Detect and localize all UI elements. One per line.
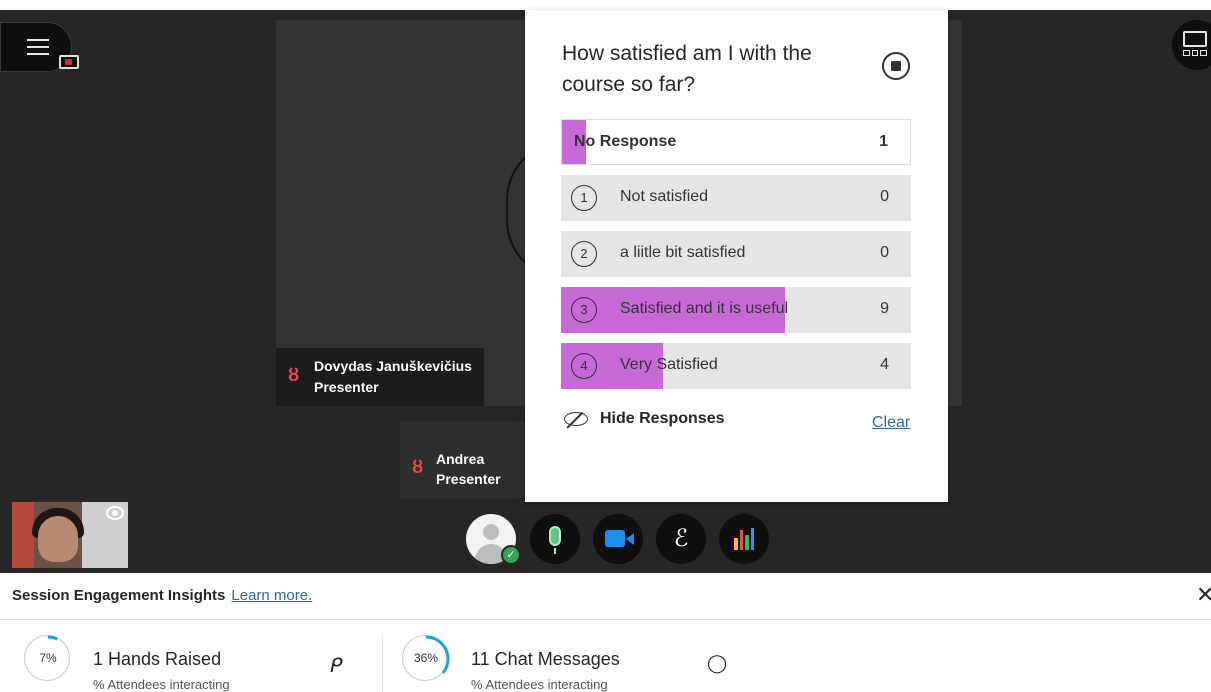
camera-icon bbox=[605, 530, 634, 547]
hide-responses-button[interactable]: Hide Responses bbox=[562, 410, 724, 428]
progress-gauge: 7% bbox=[24, 635, 72, 683]
response-label: a liitle bit satisfied bbox=[620, 244, 746, 261]
response-number: 1 bbox=[571, 185, 597, 211]
response-count: 9 bbox=[880, 300, 889, 317]
poll-question: How satisfied am I with the course so fa… bbox=[562, 42, 812, 96]
self-video-preview[interactable] bbox=[12, 502, 128, 568]
gauge-percent: 7% bbox=[39, 651, 57, 665]
video-stage: ȣ Dovydas Januškevičius Presenter ȣ Andr… bbox=[0, 0, 1211, 573]
poll-response-row: 3 Satisfied and it is useful 9 bbox=[561, 287, 911, 333]
learn-more-link[interactable]: Learn more. bbox=[231, 587, 312, 604]
metric-subtitle: % Attendees interacting bbox=[93, 677, 230, 692]
response-label: Not satisfied bbox=[620, 188, 709, 205]
stop-poll-button[interactable] bbox=[882, 52, 910, 80]
video-background bbox=[12, 502, 34, 568]
response-number: 2 bbox=[571, 241, 597, 267]
response-label: No Response bbox=[574, 133, 677, 150]
layout-tiles-icon bbox=[1183, 50, 1208, 56]
close-icon[interactable]: ✕ bbox=[1196, 583, 1211, 608]
mic-off-icon: ȣ bbox=[412, 457, 424, 477]
raise-hand-icon: ᑭ bbox=[330, 653, 343, 677]
participant-tag-andrea: ȣ Andrea Presenter bbox=[400, 422, 525, 498]
response-count: 0 bbox=[880, 188, 889, 205]
participant-role: Presenter bbox=[314, 379, 379, 395]
layout-grid-icon bbox=[1183, 31, 1207, 47]
progress-gauge: 36% bbox=[402, 635, 450, 683]
participant-role: Presenter bbox=[436, 471, 501, 487]
raise-hand-button[interactable]: ℰ bbox=[656, 514, 706, 564]
metric-heading: 11 Chat Messages bbox=[471, 649, 620, 669]
metric-subtitle: % Attendees interacting bbox=[471, 677, 608, 692]
chat-bubble-icon: ◯ bbox=[707, 653, 728, 674]
activity-bars-icon bbox=[734, 528, 754, 550]
avatar-head bbox=[483, 524, 499, 540]
metric-heading: 1 Hands Raised bbox=[93, 649, 222, 669]
clear-responses-link[interactable]: Clear bbox=[872, 414, 910, 432]
poll-response-row: 4 Very Satisfied 4 bbox=[561, 343, 911, 389]
top-band bbox=[0, 0, 1211, 10]
vertical-divider bbox=[382, 635, 383, 692]
divider bbox=[0, 619, 1211, 620]
microphone-button[interactable] bbox=[530, 514, 580, 564]
response-count: 1 bbox=[879, 133, 888, 150]
gauge-percent: 36% bbox=[413, 651, 439, 665]
eye-slash-icon bbox=[562, 411, 590, 427]
mic-off-icon: ȣ bbox=[288, 365, 300, 385]
session-menu-button[interactable] bbox=[0, 22, 79, 72]
recording-camera-icon bbox=[59, 55, 79, 69]
raise-hand-icon: ℰ bbox=[673, 524, 689, 552]
response-label: Satisfied and it is useful bbox=[620, 300, 789, 317]
participant-name: Andrea bbox=[436, 451, 485, 467]
poll-response-row: 1 Not satisfied 0 bbox=[561, 175, 911, 221]
layout-toggle-button[interactable] bbox=[1172, 20, 1211, 70]
response-number: 4 bbox=[571, 353, 597, 379]
poll-response-row: 2 a liitle bit satisfied 0 bbox=[561, 231, 911, 277]
response-count: 4 bbox=[880, 356, 889, 373]
response-label: Very Satisfied bbox=[620, 356, 718, 373]
eye-icon[interactable] bbox=[106, 506, 124, 520]
insights-title-text: Session Engagement Insights bbox=[12, 587, 226, 604]
poll-panel: How satisfied am I with the course so fa… bbox=[525, 10, 948, 502]
poll-response-row: No Response 1 bbox=[561, 119, 911, 165]
response-number: 3 bbox=[571, 297, 597, 323]
participant-tag-dovydas: ȣ Dovydas Januškevičius Presenter bbox=[276, 348, 484, 406]
participant-name: Dovydas Januškevičius bbox=[314, 358, 472, 374]
response-count: 0 bbox=[880, 244, 889, 261]
insights-title: Session Engagement Insights Learn more. bbox=[12, 587, 312, 604]
hide-responses-label: Hide Responses bbox=[600, 410, 725, 427]
video-person-face bbox=[38, 516, 78, 562]
activity-button[interactable] bbox=[719, 514, 769, 564]
hamburger-menu-icon bbox=[27, 39, 49, 55]
microphone-icon bbox=[549, 526, 561, 554]
engagement-insights-panel: Session Engagement Insights Learn more. ✕… bbox=[0, 573, 1211, 692]
camera-button[interactable] bbox=[593, 514, 643, 564]
checkmark-icon: ✓ bbox=[501, 545, 521, 565]
